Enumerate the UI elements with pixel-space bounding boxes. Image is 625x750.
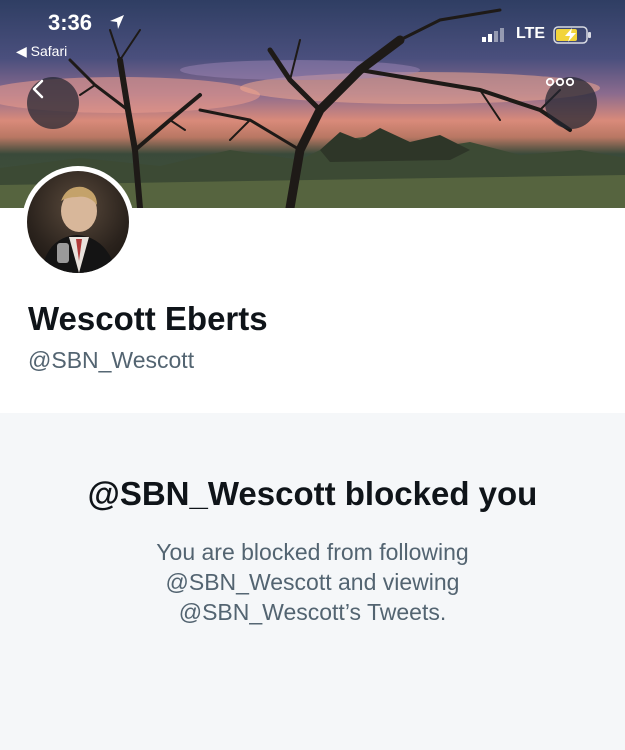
blocked-notice: @SBN_Wescott blocked you You are blocked…	[0, 413, 625, 750]
blocked-description: You are blocked from following @SBN_Wesc…	[156, 539, 469, 625]
more-horizontal-icon	[545, 77, 575, 87]
avatar[interactable]	[22, 166, 134, 278]
more-options-button[interactable]	[545, 77, 597, 129]
network-type-label: LTE	[516, 25, 546, 42]
back-button[interactable]	[27, 77, 79, 129]
profile-handle: @SBN_Wescott	[28, 347, 195, 373]
chevron-left-icon	[32, 79, 44, 99]
back-to-safari-link[interactable]: ◀ Safari	[16, 43, 67, 60]
avatar-photo	[27, 171, 129, 273]
blocked-title: @SBN_Wescott blocked you	[87, 475, 538, 512]
status-bar: 3:36 ◀ Safari LTE	[0, 0, 625, 60]
status-time: 3:36	[48, 10, 93, 35]
profile-display-name: Wescott Eberts	[28, 300, 268, 337]
